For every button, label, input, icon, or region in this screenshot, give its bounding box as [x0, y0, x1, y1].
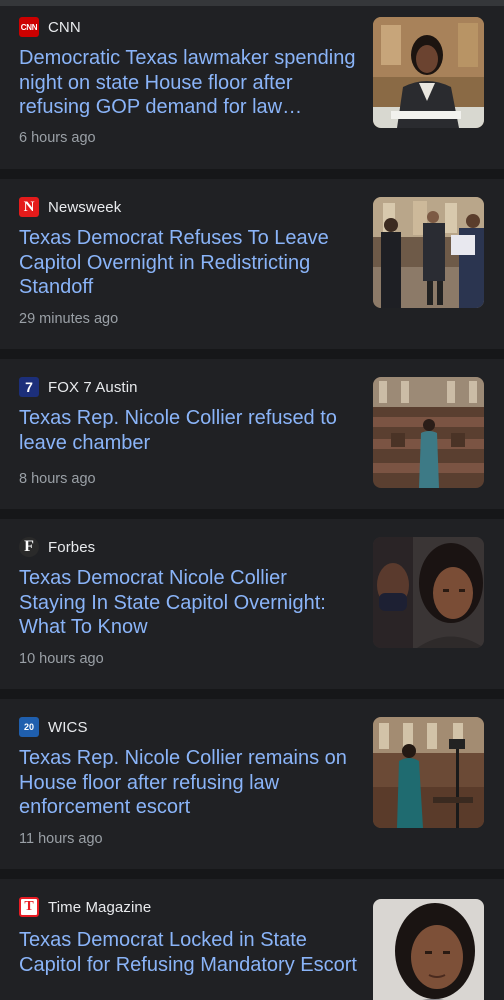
article-headline[interactable]: Texas Rep. Nicole Collier remains on Hou…: [19, 746, 359, 820]
article-time: 11 hours ago: [19, 831, 103, 847]
article-time: 10 hours ago: [19, 651, 104, 667]
article-thumbnail[interactable]: [373, 717, 484, 828]
article-thumbnail[interactable]: [373, 377, 484, 488]
source-name: FOX 7 Austin: [48, 378, 138, 396]
time-logo-icon: T: [19, 897, 39, 917]
source-name: CNN: [48, 18, 81, 36]
source-name: Time Magazine: [48, 898, 152, 916]
capitol-hallway-group-photo: [373, 197, 484, 308]
article-time: 29 minutes ago: [19, 311, 119, 327]
article-headline[interactable]: Democratic Texas lawmaker spending night…: [19, 46, 359, 120]
article-headline[interactable]: Texas Democrat Nicole Collier Staying In…: [19, 566, 359, 640]
source-name: WICS: [48, 718, 88, 736]
article-time: 8 hours ago: [19, 471, 96, 487]
article-headline[interactable]: Texas Democrat Locked in State Capitol f…: [19, 928, 359, 977]
card-separator: [0, 169, 504, 179]
article-thumbnail[interactable]: [373, 17, 484, 128]
article-card[interactable]: 7 FOX 7 Austin Texas Rep. Nicole Collier…: [0, 359, 504, 509]
article-thumbnail[interactable]: [373, 899, 484, 1000]
source-row: CNN CNN: [19, 17, 81, 37]
source-name: Forbes: [48, 538, 96, 556]
cnn-logo-icon: CNN: [19, 17, 39, 37]
forbes-logo-icon: F: [19, 537, 39, 557]
article-card[interactable]: N Newsweek Texas Democrat Refuses To Lea…: [0, 179, 504, 349]
source-row: 20 WICS: [19, 717, 88, 737]
source-row: T Time Magazine: [19, 897, 151, 917]
article-headline[interactable]: Texas Democrat Refuses To Leave Capitol …: [19, 226, 359, 300]
card-separator: [0, 349, 504, 359]
card-separator: [0, 689, 504, 699]
lawmaker-closeup-photo: [373, 899, 484, 1000]
card-separator: [0, 869, 504, 879]
article-card[interactable]: 20 WICS Texas Rep. Nicole Collier remain…: [0, 699, 504, 869]
newsweek-logo-icon: N: [19, 197, 39, 217]
house-floor-camera-photo: [373, 717, 484, 828]
article-thumbnail[interactable]: [373, 537, 484, 648]
wics-logo-icon: 20: [19, 717, 39, 737]
source-row: F Forbes: [19, 537, 95, 557]
article-card[interactable]: CNN CNN Democratic Texas lawmaker spendi…: [0, 6, 504, 169]
article-thumbnail[interactable]: [373, 197, 484, 308]
card-separator: [0, 509, 504, 519]
source-row: N Newsweek: [19, 197, 121, 217]
article-card[interactable]: T Time Magazine Texas Democrat Locked in…: [0, 879, 504, 1000]
article-card[interactable]: F Forbes Texas Democrat Nicole Collier S…: [0, 519, 504, 689]
article-time: 6 hours ago: [19, 130, 96, 146]
house-chamber-photo: [373, 377, 484, 488]
lawmaker-at-desk-photo: [373, 17, 484, 128]
lawmaker-portrait-photo: [373, 537, 484, 648]
source-name: Newsweek: [48, 198, 122, 216]
fox7-logo-icon: 7: [19, 377, 39, 397]
source-row: 7 FOX 7 Austin: [19, 377, 138, 397]
article-headline[interactable]: Texas Rep. Nicole Collier refused to lea…: [19, 406, 359, 455]
